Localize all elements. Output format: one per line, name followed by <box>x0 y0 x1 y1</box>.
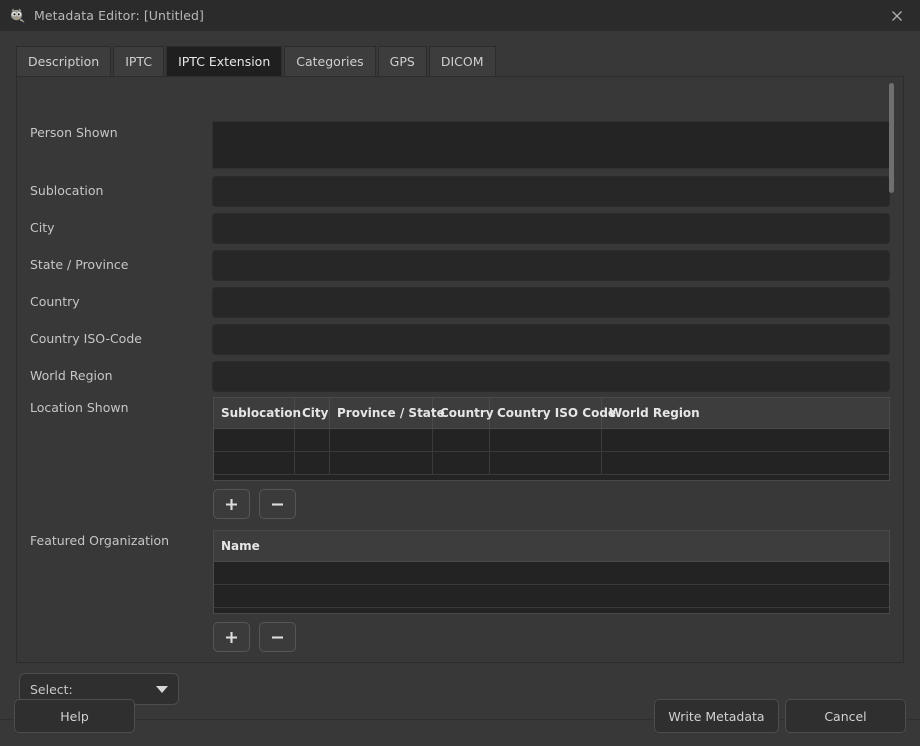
input-country[interactable] <box>212 287 890 318</box>
tab-iptc[interactable]: IPTC <box>113 46 164 76</box>
remove-location-button[interactable] <box>259 489 296 519</box>
column-header-name: Name <box>214 531 889 561</box>
table-cell[interactable] <box>214 585 889 607</box>
chevron-down-icon <box>156 686 168 693</box>
metadata-editor-dialog: Description IPTC IPTC Extension Categori… <box>0 31 920 746</box>
input-world-region[interactable] <box>212 361 890 392</box>
label-featured-organization: Featured Organization <box>30 533 169 548</box>
label-sublocation: Sublocation <box>30 183 103 198</box>
table-cell[interactable] <box>602 452 889 474</box>
tab-dicom[interactable]: DICOM <box>429 46 496 76</box>
tab-gps[interactable]: GPS <box>378 46 427 76</box>
table-cell[interactable] <box>295 429 330 451</box>
table-cell[interactable] <box>330 452 433 474</box>
table-cell[interactable] <box>214 429 295 451</box>
table-cell[interactable] <box>295 452 330 474</box>
help-button-label: Help <box>60 709 89 724</box>
column-header-province-state: Province / State <box>330 398 433 428</box>
iptc-extension-scroll-panel[interactable]: Person Shown Sublocation City State / Pr… <box>16 77 904 663</box>
tab-label: DICOM <box>441 54 484 69</box>
column-header-world-region: World Region <box>602 398 889 428</box>
table-row[interactable] <box>214 562 889 585</box>
tab-categories[interactable]: Categories <box>284 46 375 76</box>
label-country-iso-code: Country ISO-Code <box>30 331 142 346</box>
write-metadata-button[interactable]: Write Metadata <box>654 699 779 733</box>
column-header-country-iso-code: Country ISO Code <box>490 398 602 428</box>
input-state-province[interactable] <box>212 250 890 281</box>
write-metadata-button-label: Write Metadata <box>668 709 764 724</box>
tab-label: IPTC <box>125 54 152 69</box>
tab-strip: Description IPTC IPTC Extension Categori… <box>16 45 904 77</box>
close-icon[interactable] <box>874 0 920 31</box>
help-button[interactable]: Help <box>14 699 135 733</box>
input-city[interactable] <box>212 213 890 244</box>
tab-label: Description <box>28 54 99 69</box>
tab-description[interactable]: Description <box>16 46 111 76</box>
table-cell[interactable] <box>433 452 490 474</box>
label-world-region: World Region <box>30 368 113 383</box>
window-title: Metadata Editor: [Untitled] <box>34 8 204 23</box>
table-cell[interactable] <box>433 429 490 451</box>
label-state-province: State / Province <box>30 257 128 272</box>
table-row[interactable] <box>214 452 889 475</box>
scrollbar-thumb[interactable] <box>889 83 894 193</box>
label-person-shown: Person Shown <box>30 125 118 140</box>
input-person-shown[interactable] <box>212 121 890 169</box>
remove-organization-button[interactable] <box>259 622 296 652</box>
add-organization-button[interactable] <box>213 622 250 652</box>
tab-iptc-extension[interactable]: IPTC Extension <box>166 46 282 76</box>
bottom-divider <box>0 719 920 720</box>
cancel-button-label: Cancel <box>824 709 866 724</box>
table-cell[interactable] <box>602 429 889 451</box>
table-cell[interactable] <box>490 452 602 474</box>
column-header-country: Country <box>433 398 490 428</box>
input-sublocation[interactable] <box>212 176 890 207</box>
input-country-iso-code[interactable] <box>212 324 890 355</box>
table-cell[interactable] <box>214 562 889 584</box>
plus-icon <box>224 630 239 645</box>
title-bar: Metadata Editor: [Untitled] <box>0 0 920 31</box>
tab-label: IPTC Extension <box>178 54 270 69</box>
plus-icon <box>224 497 239 512</box>
form-content: Person Shown Sublocation City State / Pr… <box>17 77 903 661</box>
table-header-row: Sublocation City Province / State Countr… <box>214 398 889 429</box>
gimp-wilber-icon <box>8 7 26 25</box>
select-dropdown-label: Select: <box>30 682 156 697</box>
table-cell[interactable] <box>330 429 433 451</box>
table-header-row: Name <box>214 531 889 562</box>
add-location-button[interactable] <box>213 489 250 519</box>
column-header-city: City <box>295 398 330 428</box>
table-cell[interactable] <box>490 429 602 451</box>
label-city: City <box>30 220 55 235</box>
label-location-shown: Location Shown <box>30 400 129 415</box>
minus-icon <box>270 630 285 645</box>
table-location-shown[interactable]: Sublocation City Province / State Countr… <box>213 397 890 481</box>
table-featured-organization[interactable]: Name <box>213 530 890 614</box>
table-row[interactable] <box>214 585 889 608</box>
minus-icon <box>270 497 285 512</box>
tab-label: GPS <box>390 54 415 69</box>
column-header-sublocation: Sublocation <box>214 398 295 428</box>
label-country: Country <box>30 294 80 309</box>
vertical-scrollbar[interactable] <box>886 83 897 653</box>
tab-label: Categories <box>296 54 363 69</box>
cancel-button[interactable]: Cancel <box>785 699 906 733</box>
table-cell[interactable] <box>214 452 295 474</box>
table-row[interactable] <box>214 429 889 452</box>
